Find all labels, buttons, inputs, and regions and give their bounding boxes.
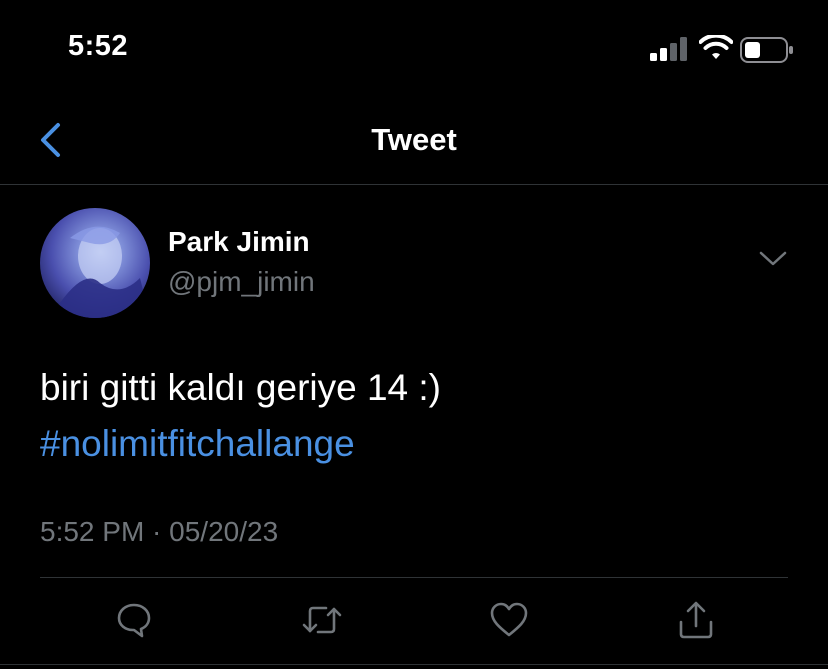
tweet-text: biri gitti kaldı geriye 14 :) #nolimitfi… bbox=[40, 360, 800, 472]
divider bbox=[40, 577, 788, 578]
navigation-bar: Tweet bbox=[0, 100, 828, 185]
battery-icon bbox=[740, 37, 794, 68]
reply-icon bbox=[115, 601, 153, 644]
more-options-button[interactable] bbox=[758, 250, 788, 273]
like-button[interactable] bbox=[487, 600, 531, 644]
share-button[interactable] bbox=[674, 600, 718, 644]
cellular-signal-icon bbox=[650, 37, 690, 66]
author-handle[interactable]: @pjm_jimin bbox=[168, 266, 315, 298]
status-bar: 5:52 bbox=[0, 0, 828, 100]
divider bbox=[0, 664, 828, 665]
tweet-action-bar bbox=[0, 580, 828, 669]
share-icon bbox=[676, 600, 716, 645]
retweet-icon bbox=[300, 601, 344, 644]
author-name[interactable]: Park Jimin bbox=[168, 226, 310, 258]
hashtag-link[interactable]: #nolimitfitchallange bbox=[40, 416, 800, 472]
retweet-button[interactable] bbox=[300, 600, 344, 644]
heart-icon bbox=[489, 601, 529, 644]
status-time: 5:52 bbox=[68, 30, 129, 62]
wifi-icon bbox=[698, 33, 734, 66]
chevron-down-icon bbox=[758, 251, 788, 272]
page-title: Tweet bbox=[371, 122, 457, 157]
reply-button[interactable] bbox=[112, 600, 156, 644]
tweet-timestamp: 5:52 PM · 05/20/23 bbox=[40, 516, 279, 547]
tweet-body: biri gitti kaldı geriye 14 :) bbox=[40, 367, 442, 408]
avatar[interactable] bbox=[40, 208, 150, 318]
